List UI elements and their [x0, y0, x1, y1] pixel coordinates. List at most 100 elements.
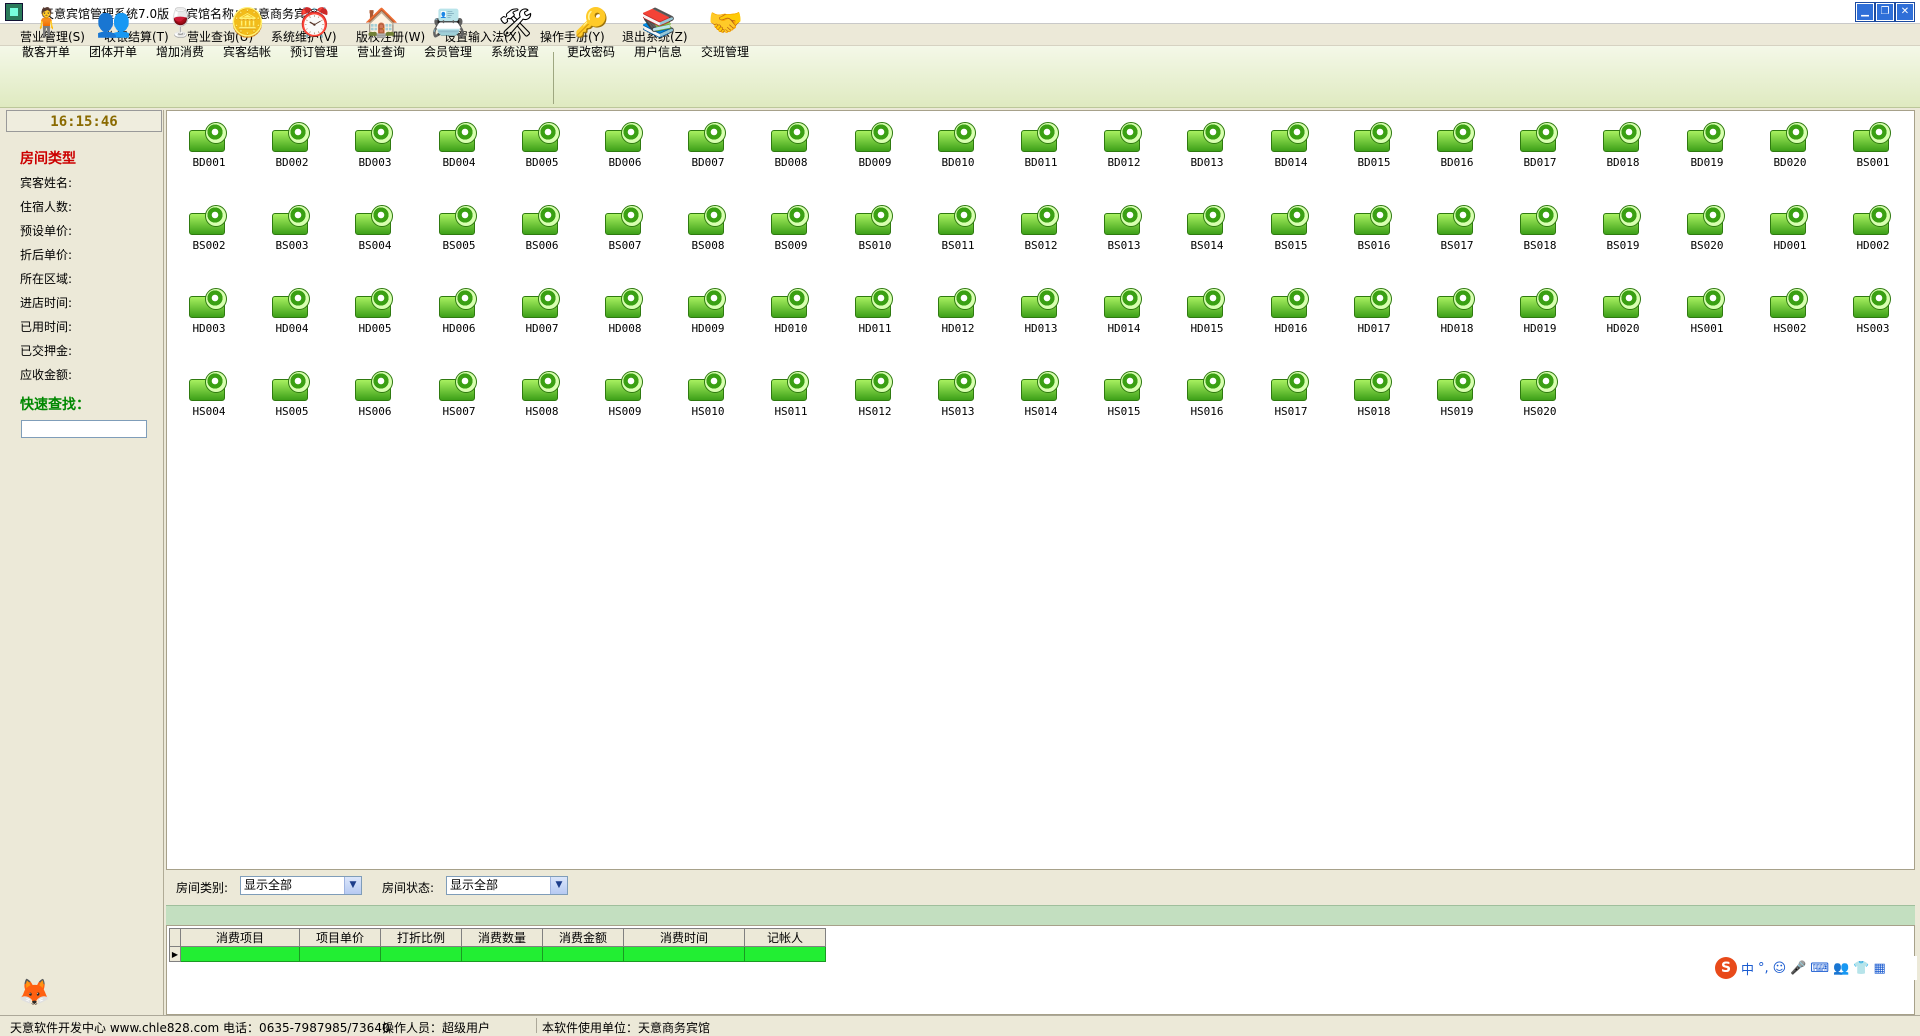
ime-keyboard-icon[interactable]: ⌨	[1810, 961, 1829, 976]
room-tile[interactable]: HS018	[1344, 365, 1404, 429]
room-tile[interactable]: BD012	[1094, 116, 1154, 180]
room-tile[interactable]: BD011	[1011, 116, 1071, 180]
room-tile[interactable]: BD018	[1593, 116, 1653, 180]
room-tile[interactable]: BD005	[512, 116, 572, 180]
room-category-select[interactable]: 显示全部 ▼	[240, 876, 362, 895]
room-tile[interactable]: BS010	[845, 199, 905, 263]
room-tile[interactable]: HS007	[429, 365, 489, 429]
room-tile[interactable]: HD005	[345, 282, 405, 346]
room-tile[interactable]: BS007	[595, 199, 655, 263]
col-time[interactable]: 消费时间	[623, 928, 745, 947]
room-tile[interactable]: HD006	[429, 282, 489, 346]
room-tile[interactable]: HD016	[1261, 282, 1321, 346]
room-tile[interactable]: BD008	[761, 116, 821, 180]
system-settings-button[interactable]: 🛠 系统设置	[482, 4, 548, 60]
room-tile[interactable]: BS008	[678, 199, 738, 263]
business-query-button[interactable]: 🏠 营业查询	[348, 4, 414, 60]
minimize-icon[interactable]: ▁	[1856, 3, 1874, 21]
user-info-button[interactable]: 📚 用户信息	[625, 4, 691, 60]
ime-punctuation-icon[interactable]: °,	[1758, 961, 1769, 976]
room-tile[interactable]: BS011	[928, 199, 988, 263]
ime-chinese-toggle[interactable]: 中	[1741, 959, 1754, 978]
room-tile[interactable]: HS012	[845, 365, 905, 429]
guest-checkout-button[interactable]: 🪙 宾客结帐	[214, 4, 280, 60]
room-tile[interactable]: BS016	[1344, 199, 1404, 263]
room-tile[interactable]: HS019	[1427, 365, 1487, 429]
room-tile[interactable]: HD018	[1427, 282, 1487, 346]
room-tile[interactable]: HS002	[1760, 282, 1820, 346]
reservation-button[interactable]: ⏰ 预订管理	[281, 4, 347, 60]
room-tile[interactable]: BD017	[1510, 116, 1570, 180]
room-tile[interactable]: HS017	[1261, 365, 1321, 429]
ime-logo-icon[interactable]: S	[1715, 957, 1737, 979]
room-tile[interactable]: HS004	[179, 365, 239, 429]
ime-skin-icon[interactable]: 👕	[1853, 961, 1869, 976]
room-tile[interactable]: BD020	[1760, 116, 1820, 180]
chevron-down-icon[interactable]: ▼	[344, 877, 361, 894]
room-tile[interactable]: BS005	[429, 199, 489, 263]
chevron-down-icon[interactable]: ▼	[550, 877, 567, 894]
shift-handover-button[interactable]: 🤝 交班管理	[692, 4, 758, 60]
close-icon[interactable]: ✕	[1896, 3, 1914, 21]
room-tile[interactable]: BD004	[429, 116, 489, 180]
col-item[interactable]: 消费项目	[180, 928, 300, 947]
room-tile[interactable]: BD003	[345, 116, 405, 180]
room-tile[interactable]: BS015	[1261, 199, 1321, 263]
room-tile[interactable]: HS014	[1011, 365, 1071, 429]
room-status-select[interactable]: 显示全部 ▼	[446, 876, 568, 895]
table-row[interactable]: ▶	[169, 946, 826, 962]
room-tile[interactable]: BD007	[678, 116, 738, 180]
room-tile[interactable]: BS018	[1510, 199, 1570, 263]
ime-voice-icon[interactable]: 🎤	[1790, 961, 1806, 976]
room-tile[interactable]: BS003	[262, 199, 322, 263]
group-checkin-button[interactable]: 👥 团体开单	[80, 4, 146, 60]
ime-user-icon[interactable]: 👥	[1833, 961, 1849, 976]
room-tile[interactable]: HS013	[928, 365, 988, 429]
room-tile[interactable]: HD011	[845, 282, 905, 346]
add-consumption-button[interactable]: 🍷 增加消费	[147, 4, 213, 60]
room-tile[interactable]: BD019	[1677, 116, 1737, 180]
room-tile[interactable]: HS003	[1843, 282, 1903, 346]
room-tile[interactable]: HD001	[1760, 199, 1820, 263]
room-tile[interactable]: BS012	[1011, 199, 1071, 263]
room-tile[interactable]: HD010	[761, 282, 821, 346]
room-tile[interactable]: HS001	[1677, 282, 1737, 346]
room-tile[interactable]: HS016	[1177, 365, 1237, 429]
room-tile[interactable]: BD016	[1427, 116, 1487, 180]
room-tile[interactable]: HS011	[761, 365, 821, 429]
room-tile[interactable]: BS004	[345, 199, 405, 263]
ime-menu-icon[interactable]: ▦	[1874, 961, 1886, 976]
room-tile[interactable]: HD002	[1843, 199, 1903, 263]
room-tile[interactable]: HS020	[1510, 365, 1570, 429]
room-tile[interactable]: HD003	[179, 282, 239, 346]
room-tile[interactable]: BD001	[179, 116, 239, 180]
room-tile[interactable]: HD008	[595, 282, 655, 346]
room-tile[interactable]: BD002	[262, 116, 322, 180]
room-tile[interactable]: HS005	[262, 365, 322, 429]
room-tile[interactable]: HD004	[262, 282, 322, 346]
room-tile[interactable]: HD009	[678, 282, 738, 346]
room-tile[interactable]: BS001	[1843, 116, 1903, 180]
room-tile[interactable]: BD015	[1344, 116, 1404, 180]
room-tile[interactable]: HD013	[1011, 282, 1071, 346]
room-tile[interactable]: HD014	[1094, 282, 1154, 346]
walkin-checkin-button[interactable]: 🧍 散客开单	[13, 4, 79, 60]
room-tile[interactable]: HD020	[1593, 282, 1653, 346]
change-password-button[interactable]: 🔑 更改密码	[558, 4, 624, 60]
room-tile[interactable]: BD014	[1261, 116, 1321, 180]
room-tile[interactable]: HS010	[678, 365, 738, 429]
restore-icon[interactable]: ❐	[1876, 3, 1894, 21]
room-tile[interactable]: HS009	[595, 365, 655, 429]
room-tile[interactable]: BS014	[1177, 199, 1237, 263]
room-tile[interactable]: BD009	[845, 116, 905, 180]
room-tile[interactable]: HS006	[345, 365, 405, 429]
col-unit-price[interactable]: 项目单价	[299, 928, 381, 947]
room-tile[interactable]: HD019	[1510, 282, 1570, 346]
col-discount[interactable]: 打折比例	[380, 928, 462, 947]
room-tile[interactable]: HS008	[512, 365, 572, 429]
room-tile[interactable]: BS017	[1427, 199, 1487, 263]
col-recorder[interactable]: 记帐人	[744, 928, 826, 947]
room-tile[interactable]: HD015	[1177, 282, 1237, 346]
room-tile[interactable]: BS019	[1593, 199, 1653, 263]
room-tile[interactable]: BD010	[928, 116, 988, 180]
